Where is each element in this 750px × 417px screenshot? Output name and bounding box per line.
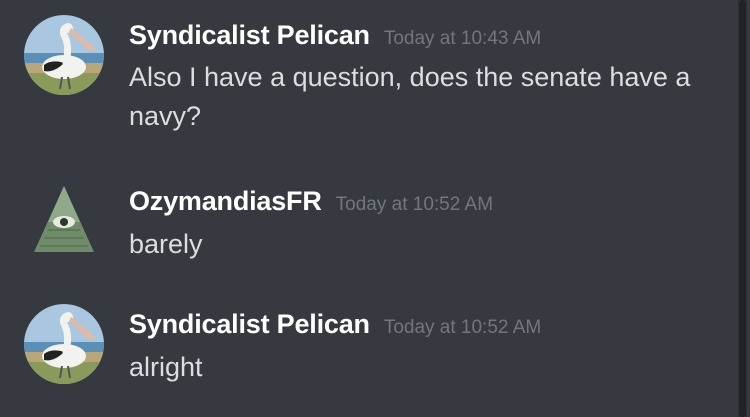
author-name[interactable]: Syndicalist Pelican [129,309,370,339]
message-author[interactable]: Syndicalist Pelican Today at 10:43 AM [129,20,541,51]
chat-messages: Syndicalist Pelican Today at 10:43 AM Als… [0,0,750,417]
eye-pyramid-avatar[interactable] [24,180,104,260]
pelican-avatar[interactable] [24,15,104,95]
scrollbar-thumb[interactable] [739,0,746,417]
pelican-icon [24,15,104,95]
message-timestamp: Today at 10:52 AM [383,317,542,338]
message-timestamp: Today at 10:43 AM [383,28,542,49]
message-content: Also I have a question, does the senate … [129,62,691,131]
message-content: barely [129,229,203,259]
message-author[interactable]: Syndicalist Pelican Today at 10:52 AM [129,309,541,340]
message-author[interactable]: OzymandiasFR Today at 10:52 AM [129,186,493,217]
pelican-avatar[interactable] [24,304,104,384]
scrollbar-track[interactable] [738,0,747,417]
message-content: alright [129,352,203,382]
author-name[interactable]: Syndicalist Pelican [129,20,370,50]
author-name[interactable]: OzymandiasFR [129,186,322,216]
eye-pyramid-icon [24,180,104,260]
pelican-icon [24,304,104,384]
message-timestamp: Today at 10:52 AM [335,194,494,215]
